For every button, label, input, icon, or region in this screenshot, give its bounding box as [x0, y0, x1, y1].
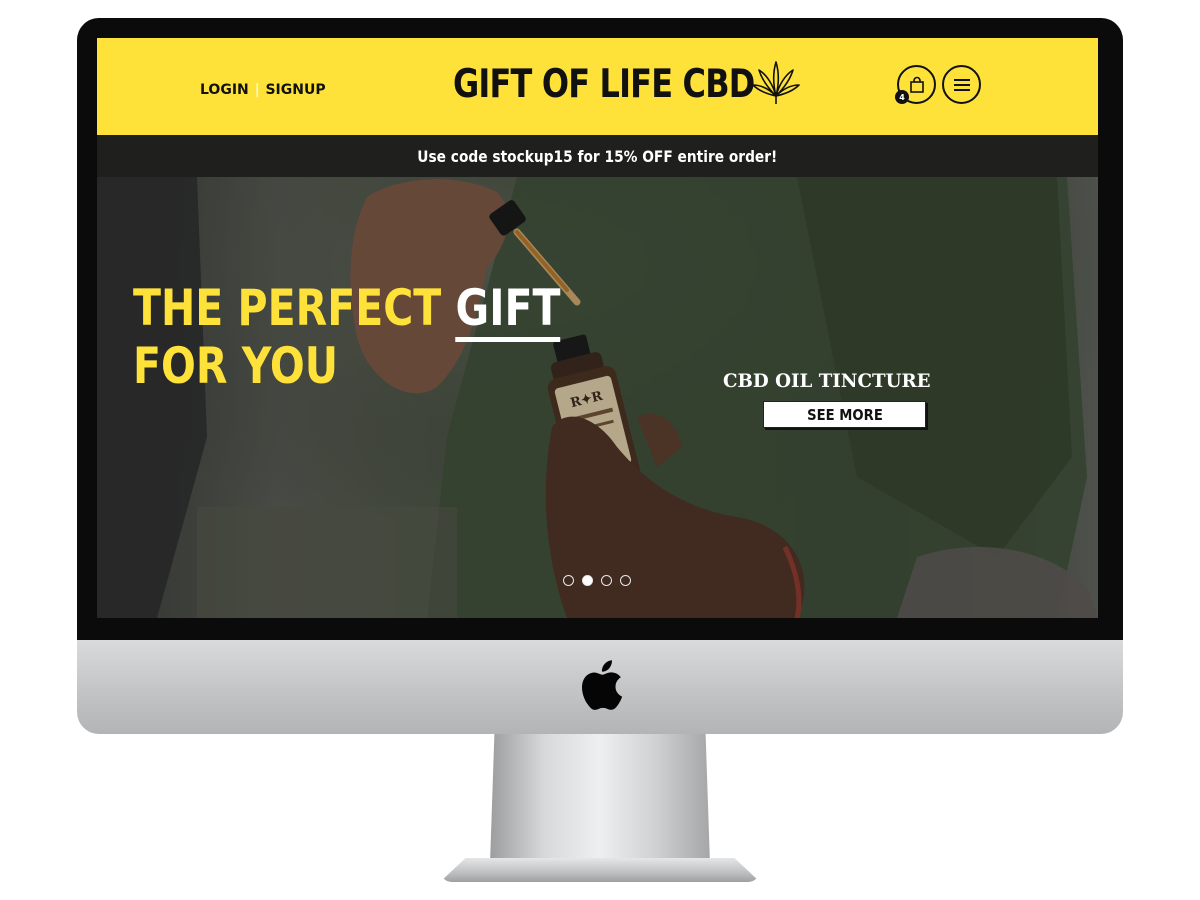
hero-headline: THE PERFECT GIFT FOR YOU — [133, 279, 561, 395]
promo-text: Use code stockup15 for 15% OFF entire or… — [417, 146, 778, 166]
screen: LOGIN | SIGNUP GIFT OF LIFE CBD 4 Use co… — [97, 38, 1098, 618]
auth-links: LOGIN | SIGNUP — [200, 82, 326, 98]
cart-count-badge: 4 — [895, 90, 909, 104]
cannabis-leaf-icon — [752, 61, 800, 104]
hamburger-menu-icon — [953, 78, 970, 91]
hero-headline-text: THE PERFECT — [133, 279, 456, 337]
login-link[interactable]: LOGIN — [200, 82, 249, 98]
slider-dot-3[interactable] — [601, 575, 612, 586]
auth-separator: | — [254, 82, 260, 98]
menu-button[interactable] — [942, 65, 981, 104]
hero-headline-line2: FOR YOU — [133, 337, 339, 395]
product-label: CBD OIL TINCTURE — [723, 370, 931, 392]
site-header: LOGIN | SIGNUP GIFT OF LIFE CBD 4 — [97, 38, 1098, 135]
apple-logo-icon — [582, 660, 623, 710]
signup-link[interactable]: SIGNUP — [265, 82, 325, 98]
monitor-stand — [490, 734, 710, 864]
slider-dot-2[interactable] — [582, 575, 593, 586]
cart-button[interactable]: 4 — [895, 65, 936, 104]
hero-headline-line1: THE PERFECT GIFT — [133, 279, 561, 342]
shopping-bag-icon — [909, 76, 924, 93]
monitor-stand-base — [440, 858, 760, 882]
slider-dots — [563, 575, 631, 586]
site-logo-title[interactable]: GIFT OF LIFE CBD — [453, 62, 755, 107]
slider-dot-4[interactable] — [620, 575, 631, 586]
hero-slider: R✦R 2500 THE PERFECT GIFT FOR YOU CBD OI… — [97, 177, 1098, 618]
see-more-button[interactable]: SEE MORE — [763, 401, 926, 428]
hero-headline-highlight: GIFT — [455, 279, 561, 342]
hero-background-photo: R✦R 2500 — [97, 177, 1098, 618]
slider-dot-1[interactable] — [563, 575, 574, 586]
see-more-label: SEE MORE — [806, 405, 883, 424]
promo-banner: Use code stockup15 for 15% OFF entire or… — [97, 135, 1098, 177]
